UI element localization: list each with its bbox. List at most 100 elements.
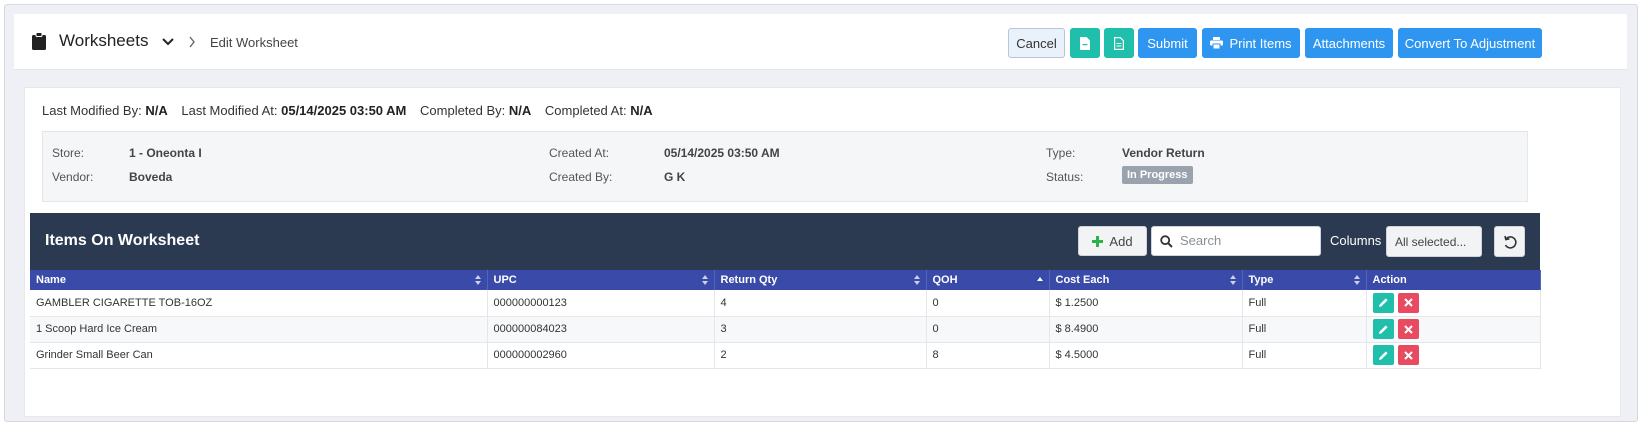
chevron-right-icon bbox=[189, 36, 195, 48]
col-qoh[interactable]: QOH bbox=[926, 270, 1050, 290]
edit-button[interactable] bbox=[1372, 319, 1394, 339]
sort-icon bbox=[701, 275, 708, 285]
attachments-button[interactable]: Attachments bbox=[1305, 28, 1393, 58]
document-text-button[interactable] bbox=[1104, 28, 1134, 58]
col-name[interactable]: Name bbox=[30, 270, 488, 290]
plus-icon bbox=[1092, 235, 1104, 247]
pencil-icon bbox=[1378, 298, 1388, 308]
cell-type: Full bbox=[1242, 342, 1367, 369]
modified-at-label: Last Modified At: bbox=[181, 103, 278, 118]
edit-button[interactable] bbox=[1372, 292, 1394, 313]
delete-button[interactable] bbox=[1397, 319, 1419, 339]
modified-by-value: N/A bbox=[145, 103, 168, 118]
cell-upc: 000000002960 bbox=[487, 342, 715, 369]
cell-type: Full bbox=[1242, 290, 1367, 317]
cell-type: Full bbox=[1242, 316, 1367, 343]
col-cost-each[interactable]: Cost Each bbox=[1049, 270, 1243, 290]
table-row: Grinder Small Beer Can 000000002960 2 8 … bbox=[30, 342, 1541, 369]
col-qoh-label: QOH bbox=[932, 274, 958, 286]
cell-action bbox=[1366, 316, 1541, 343]
completed-at-value: N/A bbox=[630, 103, 653, 118]
delete-button[interactable] bbox=[1397, 345, 1419, 365]
top-bar: Worksheets Edit Worksheet Cancel Submit bbox=[14, 14, 1627, 70]
close-icon bbox=[1403, 324, 1413, 334]
cell-cost-each: $ 1.2500 bbox=[1049, 290, 1243, 317]
cell-name: GAMBLER CIGARETTE TOB-16OZ bbox=[30, 290, 488, 317]
sort-icon bbox=[474, 275, 481, 285]
sort-asc-icon bbox=[1036, 277, 1043, 281]
cell-return-qty: 2 bbox=[714, 342, 927, 369]
close-icon bbox=[1403, 298, 1413, 307]
print-items-label: Print Items bbox=[1229, 35, 1292, 51]
created-at-value: 05/14/2025 03:50 AM bbox=[664, 146, 780, 160]
details-box: Store: 1 - Oneonta I Vendor: Boveda Crea… bbox=[42, 131, 1528, 202]
cell-qoh: 0 bbox=[926, 290, 1050, 317]
items-toolbar: Items On Worksheet Add Columns All selec… bbox=[30, 213, 1540, 270]
cell-upc: 000000084023 bbox=[487, 316, 715, 343]
col-type[interactable]: Type bbox=[1242, 270, 1367, 290]
table-row: 1 Scoop Hard Ice Cream 000000084023 3 0 … bbox=[30, 316, 1541, 343]
meta-line: Last Modified By: N/A Last Modified At: … bbox=[42, 103, 663, 118]
reset-button[interactable] bbox=[1494, 226, 1525, 257]
type-value: Vendor Return bbox=[1122, 146, 1205, 160]
file-icon bbox=[1080, 36, 1090, 50]
vendor-label: Vendor: bbox=[52, 170, 94, 184]
search-input[interactable] bbox=[1180, 233, 1315, 248]
col-name-label: Name bbox=[36, 274, 66, 286]
cell-return-qty: 3 bbox=[714, 316, 927, 343]
col-type-label: Type bbox=[1248, 274, 1274, 286]
created-by-label: Created By: bbox=[549, 170, 613, 184]
status-label: Status: bbox=[1046, 170, 1084, 184]
col-cost-each-label: Cost Each bbox=[1055, 274, 1110, 286]
table-row: GAMBLER CIGARETTE TOB-16OZ 000000000123 … bbox=[30, 290, 1541, 317]
items-table: Name UPC Return Qty QOH Cost Each Type A… bbox=[30, 270, 1541, 369]
vendor-value: Boveda bbox=[129, 170, 173, 184]
printer-icon bbox=[1210, 37, 1224, 49]
close-icon bbox=[1403, 350, 1413, 360]
cell-return-qty: 4 bbox=[714, 290, 927, 317]
add-item-button[interactable]: Add bbox=[1078, 226, 1147, 256]
col-upc-label: UPC bbox=[493, 274, 517, 286]
cell-action bbox=[1366, 342, 1541, 369]
cell-action bbox=[1366, 290, 1541, 317]
created-at-label: Created At: bbox=[549, 146, 610, 160]
cell-qoh: 8 bbox=[926, 342, 1050, 369]
print-items-button[interactable]: Print Items bbox=[1202, 28, 1300, 58]
page-title: Worksheets bbox=[59, 31, 149, 50]
items-title: Items On Worksheet bbox=[45, 232, 200, 249]
cancel-button[interactable]: Cancel bbox=[1008, 28, 1065, 58]
cell-cost-each: $ 8.4900 bbox=[1049, 316, 1243, 343]
file-text-icon bbox=[1114, 36, 1124, 50]
cell-name: 1 Scoop Hard Ice Cream bbox=[30, 316, 488, 343]
search-icon bbox=[1160, 235, 1173, 248]
created-by-value: G K bbox=[664, 170, 686, 184]
submit-button[interactable]: Submit bbox=[1138, 28, 1197, 58]
type-label: Type: bbox=[1046, 146, 1076, 160]
table-header-row: Name UPC Return Qty QOH Cost Each Type A… bbox=[30, 270, 1541, 290]
chevron-down-icon[interactable] bbox=[161, 37, 175, 47]
columns-select[interactable]: All selected... bbox=[1386, 226, 1482, 257]
undo-icon bbox=[1504, 235, 1517, 249]
pencil-icon bbox=[1378, 350, 1388, 360]
completed-at-label: Completed At: bbox=[544, 103, 627, 118]
col-action: Action bbox=[1366, 270, 1541, 290]
cell-qoh: 0 bbox=[926, 316, 1050, 343]
cell-name: Grinder Small Beer Can bbox=[30, 342, 488, 369]
col-upc[interactable]: UPC bbox=[487, 270, 715, 290]
cell-cost-each: $ 4.5000 bbox=[1049, 342, 1243, 369]
document-button[interactable] bbox=[1070, 28, 1100, 58]
pencil-icon bbox=[1378, 324, 1388, 334]
delete-button[interactable] bbox=[1397, 292, 1419, 313]
store-value: 1 - Oneonta I bbox=[129, 146, 202, 160]
convert-to-adjustment-button[interactable]: Convert To Adjustment bbox=[1398, 28, 1542, 58]
sort-icon bbox=[1353, 275, 1360, 285]
add-label: Add bbox=[1109, 233, 1133, 249]
app-frame: Worksheets Edit Worksheet Cancel Submit bbox=[4, 4, 1638, 422]
completed-by-value: N/A bbox=[508, 103, 532, 118]
col-return-qty[interactable]: Return Qty bbox=[714, 270, 927, 290]
completed-by-label: Completed By: bbox=[420, 103, 506, 118]
breadcrumb: Edit Worksheet bbox=[210, 35, 298, 50]
edit-button[interactable] bbox=[1372, 345, 1394, 365]
columns-label: Columns bbox=[1330, 233, 1382, 248]
search-box[interactable] bbox=[1151, 226, 1321, 256]
